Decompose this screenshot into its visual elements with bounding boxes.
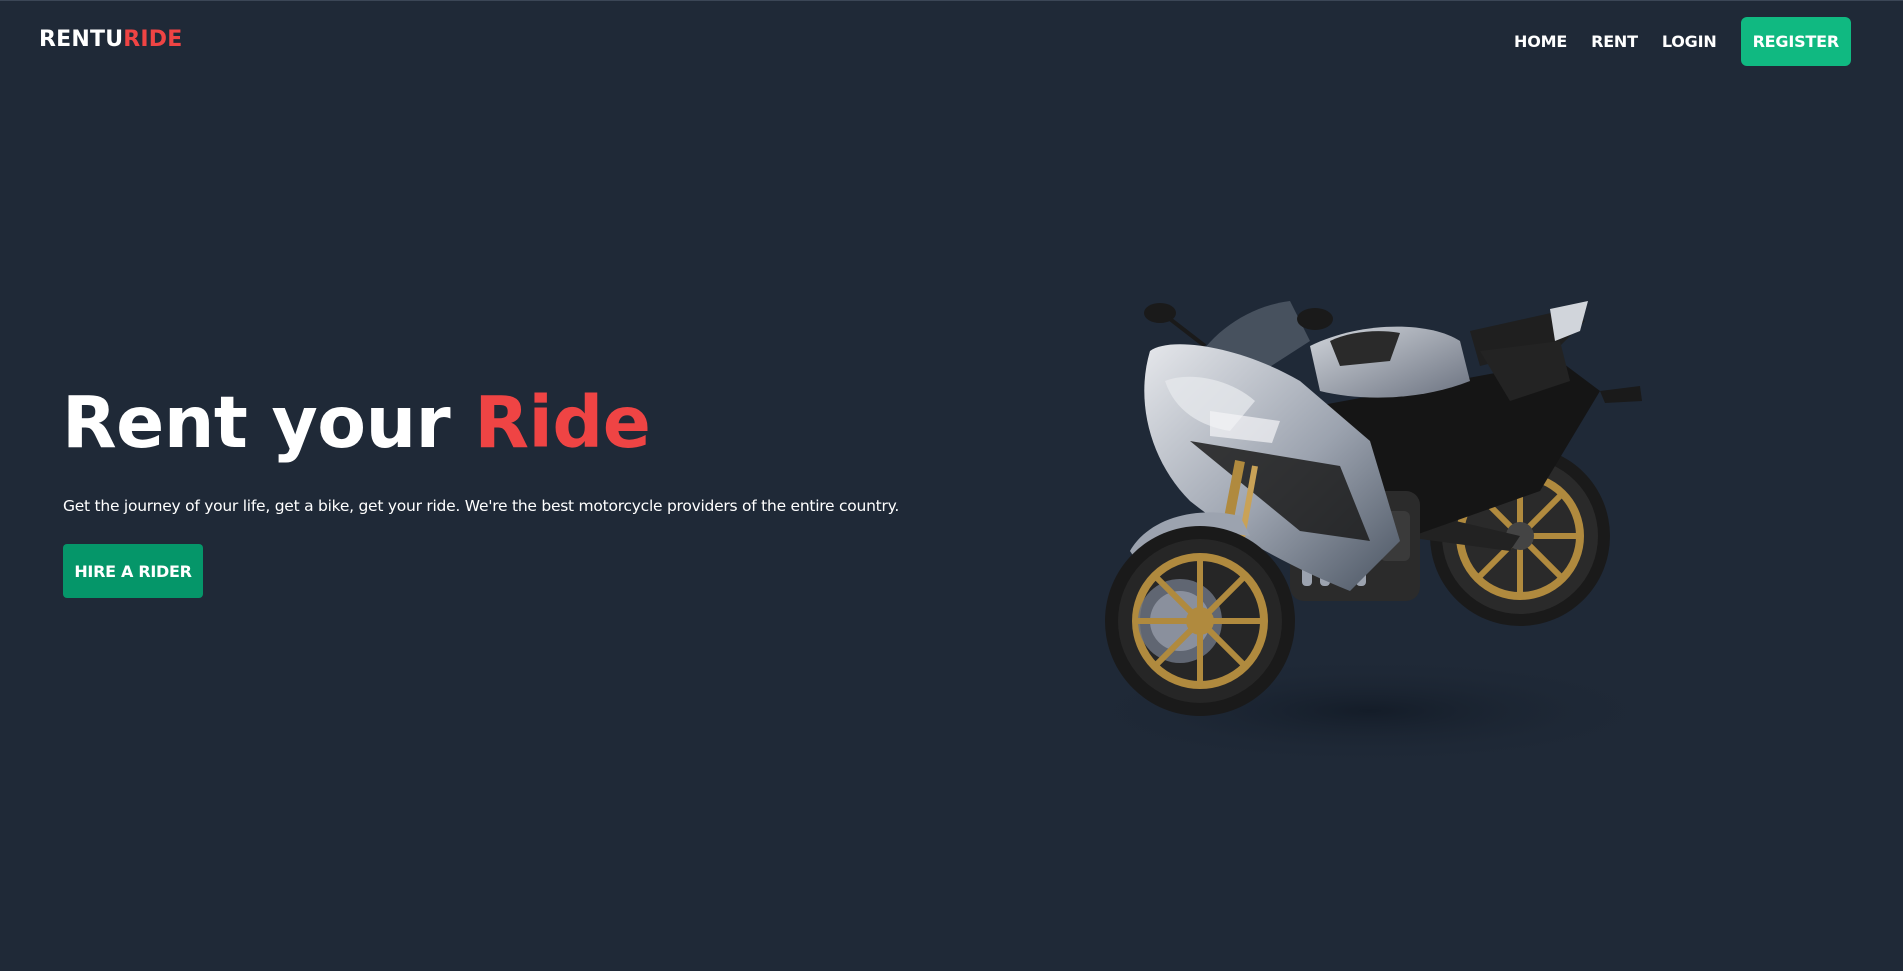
logo-main-text: RENTU	[39, 27, 124, 52]
register-button[interactable]: REGISTER	[1740, 17, 1851, 66]
nav-links: HOME RENT LOGIN REGISTER	[1514, 17, 1851, 66]
nav-link-rent[interactable]: RENT	[1591, 32, 1638, 51]
logo[interactable]: RENTURIDE	[39, 27, 182, 52]
page: RENTURIDE HOME RENT LOGIN REGISTER Rent …	[0, 0, 1903, 971]
hero-title: Rent your Ride	[62, 387, 651, 458]
hire-rider-button[interactable]: HIRE A RIDER	[63, 544, 203, 598]
hero-title-main: Rent your	[62, 381, 475, 464]
motorcycle-image	[1070, 301, 1670, 766]
hero-title-accent: Ride	[474, 381, 651, 464]
front-wheel	[1105, 526, 1295, 716]
hero-subtitle: Get the journey of your life, get a bike…	[63, 497, 900, 515]
nav-link-home[interactable]: HOME	[1514, 32, 1567, 51]
navbar: RENTURIDE HOME RENT LOGIN REGISTER	[0, 1, 1903, 81]
nav-link-login[interactable]: LOGIN	[1662, 32, 1717, 51]
logo-accent-text: RIDE	[123, 27, 183, 52]
